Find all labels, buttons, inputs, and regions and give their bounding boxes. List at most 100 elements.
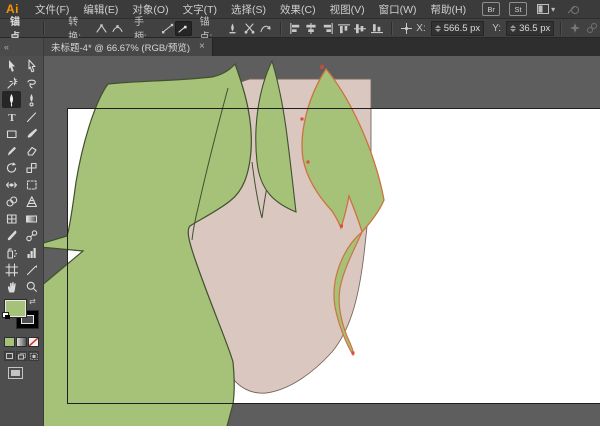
eraser-icon (27, 146, 37, 156)
remove-anchor-button[interactable] (225, 21, 241, 36)
magic-wand-tool[interactable] (2, 74, 21, 91)
curvature-tool[interactable] (22, 91, 41, 108)
anchor-point[interactable] (351, 351, 355, 355)
slice-tool[interactable] (22, 261, 41, 278)
none-button[interactable] (28, 337, 39, 347)
anchor-point[interactable] (340, 224, 343, 228)
align-h-center-button[interactable] (303, 21, 319, 36)
type-icon: T (8, 112, 16, 124)
document-tab-title: 未标题-4* @ 66.67% (RGB/预览) (51, 43, 190, 54)
canvas-area[interactable] (44, 56, 600, 426)
menu-help[interactable]: 帮助(H) (424, 2, 474, 17)
rotate-tool[interactable] (2, 159, 21, 176)
align-top-button[interactable] (336, 21, 352, 36)
eyedropper-icon (7, 230, 17, 240)
isolate-icon[interactable] (567, 21, 583, 36)
cut-path-button[interactable] (241, 21, 257, 36)
stepper-arrows[interactable] (510, 24, 517, 32)
pen-cursor-anchor-preview[interactable] (319, 64, 325, 70)
selection-tool[interactable] (2, 57, 21, 74)
link-icon[interactable] (584, 21, 600, 36)
x-label: X: (416, 22, 426, 34)
anchor-point[interactable] (300, 117, 304, 121)
show-handles-button[interactable] (159, 21, 175, 36)
screen-mode-button[interactable] (8, 366, 23, 384)
gradient-button[interactable] (16, 337, 27, 347)
shape-builder-tool[interactable] (2, 193, 21, 210)
align-left-button[interactable] (287, 21, 303, 36)
menu-effect[interactable]: 效果(C) (273, 2, 323, 17)
convert-to-corner-button[interactable] (93, 21, 109, 36)
hand-tool[interactable] (2, 278, 21, 295)
x-position-input[interactable]: 566.5 px (430, 20, 485, 36)
zoom-tool[interactable] (22, 278, 41, 295)
width-tool[interactable] (2, 176, 21, 193)
connect-path-button[interactable] (257, 21, 273, 36)
artboard-tool[interactable] (2, 261, 21, 278)
stepper-arrows[interactable] (434, 24, 441, 32)
draw-inside-button[interactable] (28, 351, 39, 361)
color-button[interactable] (4, 337, 15, 347)
paintbrush-icon (27, 128, 38, 138)
mesh-tool[interactable] (2, 210, 21, 227)
align-v-center-button[interactable] (352, 21, 368, 36)
magic-wand-icon (7, 76, 18, 89)
slice-icon (26, 264, 37, 275)
y-position-input[interactable]: 36.5 px (506, 20, 555, 36)
lasso-tool[interactable] (22, 74, 41, 91)
pen-icon (9, 93, 14, 107)
selection-icon (9, 59, 15, 72)
gradient-tool[interactable] (22, 210, 41, 227)
column-graph-tool[interactable] (22, 244, 41, 261)
draw-normal-button[interactable] (4, 351, 15, 361)
y-position-value[interactable]: 36.5 px (519, 23, 550, 34)
type-tool[interactable]: T (2, 108, 21, 125)
none-slash-icon (29, 338, 38, 346)
hand-icon (7, 281, 16, 292)
symbol-sprayer-tool[interactable] (2, 244, 21, 261)
document-tab[interactable]: 未标题-4* @ 66.67% (RGB/预览) × (44, 38, 213, 56)
hide-handles-button[interactable] (175, 20, 192, 36)
column-graph-icon (27, 247, 36, 258)
align-right-button[interactable] (319, 21, 335, 36)
curvature-icon (29, 93, 34, 106)
shape-builder-icon (6, 195, 18, 207)
swap-fill-stroke-icon[interactable]: ⇄ (29, 297, 36, 306)
menu-window[interactable]: 窗口(W) (372, 2, 424, 17)
blend-tool[interactable] (22, 227, 41, 244)
stock-button[interactable]: St (509, 2, 528, 16)
x-position-value[interactable]: 566.5 px (444, 23, 480, 34)
menu-view[interactable]: 视图(V) (323, 2, 372, 17)
collapse-chevrons: « (4, 42, 10, 52)
line-segment-tool[interactable] (22, 108, 41, 125)
rectangle-tool[interactable] (2, 125, 21, 142)
pencil-tool[interactable] (2, 142, 21, 159)
menu-select[interactable]: 选择(S) (224, 2, 273, 17)
workspace-grid-icon (537, 4, 550, 14)
draw-behind-button[interactable] (16, 351, 27, 361)
mesh-icon (6, 213, 17, 224)
eyedropper-tool[interactable] (2, 227, 21, 244)
free-transform-tool[interactable] (22, 176, 41, 193)
direct-selection-tool[interactable] (22, 57, 41, 74)
eraser-tool[interactable] (22, 142, 41, 159)
align-bottom-button[interactable] (369, 21, 385, 36)
reference-point-icon[interactable] (398, 21, 414, 36)
gradient-icon (26, 215, 37, 222)
bridge-button[interactable]: Br (482, 2, 501, 16)
convert-to-smooth-button[interactable] (110, 21, 126, 36)
pen-tool[interactable] (2, 91, 21, 108)
share-icon[interactable] (567, 4, 580, 15)
direct-selection-icon (28, 58, 36, 72)
lasso-icon (27, 79, 36, 88)
rotate-icon (6, 161, 17, 173)
toolbar-collapse[interactable]: « (0, 38, 44, 56)
anchor-point[interactable] (306, 160, 310, 164)
main-area: T ⇄ (0, 56, 600, 426)
perspective-grid-tool[interactable] (22, 193, 41, 210)
paintbrush-tool[interactable] (22, 125, 41, 142)
close-icon[interactable]: × (199, 42, 205, 52)
workspace-switcher[interactable]: ▾ (537, 4, 555, 14)
scale-tool[interactable] (22, 159, 41, 176)
default-fill-stroke-icon[interactable] (2, 312, 11, 320)
